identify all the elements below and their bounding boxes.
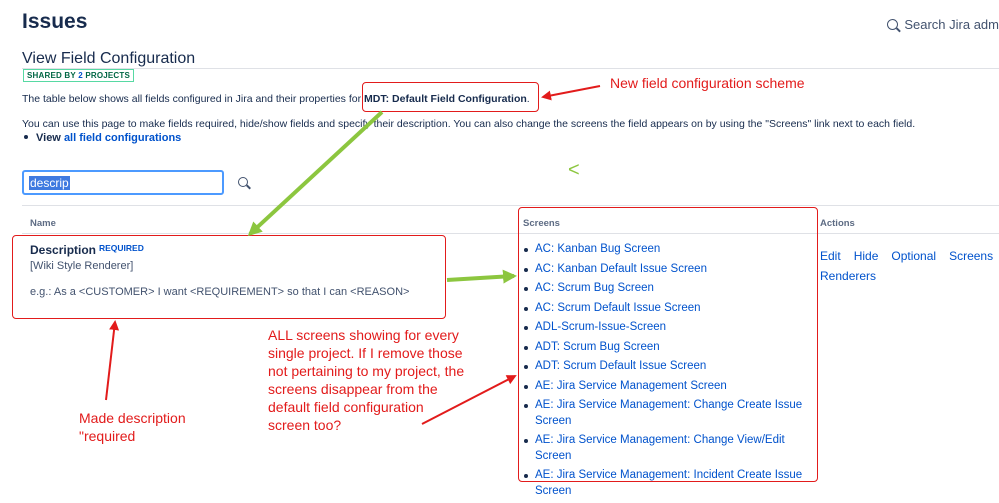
screens-action[interactable]: Screens — [949, 249, 993, 263]
optional-action[interactable]: Optional — [891, 249, 936, 263]
all-field-configurations-link[interactable]: all field configurations — [64, 132, 181, 144]
global-search[interactable]: Search Jira adm — [887, 17, 999, 32]
shared-badge[interactable]: SHARED BY 2 PROJECTS — [23, 69, 135, 82]
shared-badge-count: 2 — [78, 71, 83, 80]
screens-annotation: ALL screens showing for every single pro… — [268, 327, 465, 433]
edit-action[interactable]: Edit — [820, 249, 841, 263]
stray-mark: < — [568, 159, 580, 181]
description-prefix: The table below shows all fields configu… — [22, 93, 362, 105]
hide-action[interactable]: Hide — [854, 249, 879, 263]
arrow-to-config — [541, 85, 601, 101]
renderers-action[interactable]: Renderers — [820, 269, 876, 283]
config-name-highlight — [362, 82, 539, 112]
view-label: View — [36, 132, 61, 144]
global-search-label: Search Jira adm — [904, 17, 999, 32]
shared-badge-prefix: SHARED BY — [27, 71, 76, 80]
field-actions: Edit Hide Optional Screens Renderers — [820, 246, 999, 286]
screens-highlight — [518, 207, 818, 482]
column-header-name: Name — [30, 218, 56, 229]
shared-badge-suffix: PROJECTS — [85, 71, 131, 80]
table-divider — [22, 205, 999, 206]
divider — [22, 68, 999, 69]
info-text: You can use this page to make fields req… — [22, 118, 916, 130]
search-icon[interactable] — [238, 177, 248, 187]
bullet-icon — [24, 135, 28, 139]
field-filter-input[interactable]: descrip — [22, 170, 224, 195]
description-row-highlight — [12, 235, 446, 319]
arrow-row-to-screens — [446, 269, 517, 284]
scheme-annotation: New field configuration scheme — [610, 75, 805, 91]
arrow-config-to-row — [247, 110, 384, 237]
column-header-actions: Actions — [820, 218, 855, 229]
filter-value: descrip — [29, 176, 70, 190]
required-annotation: Made description "required — [79, 410, 186, 444]
page-heading: Issues — [22, 10, 88, 33]
view-all-item: View all field configurations — [24, 132, 181, 144]
arrow-to-description — [105, 320, 120, 401]
section-title: View Field Configuration — [22, 50, 196, 67]
table-divider — [22, 233, 999, 234]
search-icon — [887, 19, 899, 30]
